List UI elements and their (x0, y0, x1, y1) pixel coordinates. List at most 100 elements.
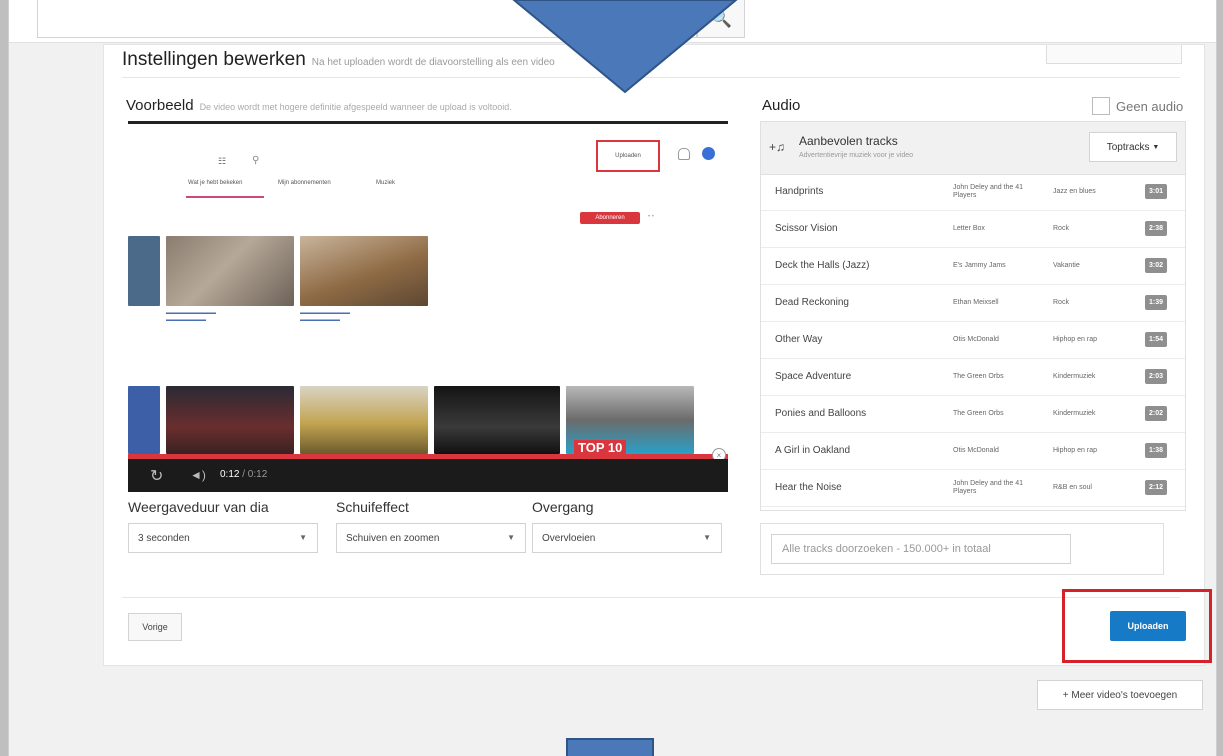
track-duration-badge: 2:03 (1145, 369, 1167, 384)
track-genre: R&B en soul (1053, 484, 1092, 491)
track-list: +♫ Aanbevolen tracks Advertentievrije mu… (760, 121, 1186, 511)
video-caption: ▬▬▬▬▬▬▬▬▬▬ ▬▬▬▬▬▬▬▬ (300, 310, 350, 323)
caret-down-icon: ▼ (1152, 143, 1160, 151)
caret-down-icon: ▼ (507, 533, 515, 542)
down-arrow-annotation (512, 0, 738, 94)
video-thumbnail (434, 386, 560, 454)
video-thumbnail (166, 386, 294, 454)
highlight-box (1062, 589, 1212, 663)
track-row[interactable]: Scissor Vision Letter Box Rock 2:38 (761, 211, 1185, 248)
preview-subscribe-button: Abonneren (580, 212, 640, 224)
transition-select[interactable]: Overvloeien ▼ (532, 523, 722, 553)
volume-icon[interactable]: ◄) (190, 468, 206, 482)
track-genre: Kindermuziek (1053, 410, 1096, 417)
track-row[interactable]: Space Adventure The Green Orbs Kindermuzie… (761, 359, 1185, 396)
toptracks-dropdown[interactable]: Toptracks ▼ (1089, 132, 1177, 162)
track-duration-badge: 1:38 (1145, 443, 1167, 458)
video-thumbnail (128, 236, 160, 306)
track-duration-badge: 1:39 (1145, 295, 1167, 310)
bell-icon (678, 148, 690, 160)
recommended-title: Aanbevolen tracks (799, 134, 898, 148)
track-genre: Rock (1053, 225, 1069, 232)
grid-icon: ☷ (218, 156, 227, 166)
slide-duration-label: Weergaveduur van dia (128, 499, 269, 515)
add-more-videos-button[interactable]: + Meer video's toevoegen (1037, 680, 1203, 710)
track-name: Dead Reckoning (775, 297, 849, 308)
track-duration-badge: 3:02 (1145, 258, 1167, 273)
track-artist: Otis McDonald (953, 336, 999, 343)
preview-upload-button: Uploaden (596, 140, 660, 172)
bottom-annotation-shape (566, 738, 654, 756)
track-genre: Hiphop en rap (1053, 447, 1097, 454)
track-duration-badge: 2:38 (1145, 221, 1167, 236)
slide-effect-select[interactable]: Schuiven en zoomen ▼ (336, 523, 526, 553)
track-artist: The Green Orbs (953, 410, 1004, 417)
replay-icon[interactable]: ↻ (150, 466, 163, 486)
slide-effect-label: Schuifeffect (336, 499, 409, 515)
active-tab-indicator (186, 196, 264, 198)
track-duration-badge: 2:02 (1145, 406, 1167, 421)
track-artist: John Deley and the 41 Players (953, 480, 1024, 495)
video-thumbnail (166, 236, 294, 306)
preview-tab: Mijn abonnementen (278, 180, 331, 186)
track-row[interactable]: Deck the Halls (Jazz) E's Jammy Jams Vakan… (761, 248, 1185, 285)
video-preview[interactable]: ☷ ⚲ Uploaden Wat je hebt bekeken Mijn ab… (128, 121, 728, 492)
track-artist: Letter Box (953, 225, 985, 232)
recommended-tracks-header: +♫ Aanbevolen tracks Advertentievrije mu… (761, 122, 1185, 175)
track-row[interactable]: Other Way Otis McDonald Hiphop en rap 1:54 (761, 322, 1185, 359)
track-genre: Rock (1053, 299, 1069, 306)
track-row[interactable]: Ponies and Balloons The Green Orbs Kinderm… (761, 396, 1185, 433)
track-name: Handprints (775, 186, 824, 197)
page-frame: 🔍 Instellingen bewerken Na het uploaden w… (8, 0, 1217, 756)
video-thumbnail (300, 236, 428, 306)
video-controls: ↻ ◄) 0:12 / 0:12 (128, 459, 728, 492)
track-artist: E's Jammy Jams (953, 262, 1006, 269)
preview-tab: Wat je hebt bekeken (188, 180, 243, 186)
track-artist: The Green Orbs (953, 373, 1004, 380)
track-name: Ponies and Balloons (775, 408, 867, 419)
avatar (702, 147, 715, 160)
track-search-input[interactable]: Alle tracks doorzoeken - 150.000+ in tot… (771, 534, 1071, 564)
video-caption: ▬▬▬▬▬▬▬▬▬▬ ▬▬▬▬▬▬▬▬ (166, 310, 216, 323)
transition-label: Overgang (532, 499, 594, 515)
track-row[interactable]: Hear the Noise John Deley and the 41 Play… (761, 470, 1185, 507)
video-time: 0:12 / 0:12 (220, 469, 268, 480)
track-artist: Otis McDonald (953, 447, 999, 454)
arrow-shape (512, 0, 738, 94)
settings-card: Instellingen bewerken Na het uploaden wor… (103, 44, 1205, 666)
video-thumbnail (128, 386, 160, 454)
track-name: Hear the Noise (775, 482, 842, 493)
track-name: Scissor Vision (775, 223, 838, 234)
track-name: Space Adventure (775, 371, 852, 382)
caret-down-icon: ▼ (299, 533, 307, 542)
track-genre: Jazz en blues (1053, 188, 1096, 195)
track-row[interactable]: A Girl in Oakland Otis McDonald Hiphop en … (761, 433, 1185, 470)
track-row[interactable]: Handprints John Deley and the 41 Players J… (761, 174, 1185, 211)
track-artist: Ethan Meixsell (953, 299, 999, 306)
track-name: A Girl in Oakland (775, 445, 851, 456)
recommended-subtitle: Advertentievrije muziek voor je video (799, 152, 913, 159)
preview-tab: Muziek (376, 180, 396, 186)
track-artist: John Deley and the 41 Players (953, 184, 1024, 199)
search-icon: ⚲ (252, 155, 260, 166)
back-button[interactable]: Vorige (128, 613, 182, 641)
no-audio-label: Geen audio (1116, 98, 1184, 114)
track-name: Other Way (775, 334, 823, 345)
preview-subtitle: De video wordt met hogere definitie afge… (199, 102, 512, 112)
track-duration-badge: 3:01 (1145, 184, 1167, 199)
video-thumbnail (300, 386, 428, 454)
track-duration-badge: 2:12 (1145, 480, 1167, 495)
slide-duration-select[interactable]: 3 seconden ▼ (128, 523, 318, 553)
track-genre: Vakantie (1053, 262, 1080, 269)
track-row[interactable]: Dead Reckoning Ethan Meixsell Rock 1:39 (761, 285, 1185, 322)
track-duration-badge: 1:54 (1145, 332, 1167, 347)
more-icon: • • (648, 214, 654, 220)
track-search-panel: Alle tracks doorzoeken - 150.000+ in tot… (760, 523, 1164, 575)
divider (122, 597, 1180, 598)
track-genre: Hiphop en rap (1053, 336, 1097, 343)
top10-label: TOP 10 (574, 440, 627, 455)
track-genre: Kindermuziek (1053, 373, 1096, 380)
caret-down-icon: ▼ (703, 533, 711, 542)
music-plus-icon: +♫ (769, 140, 786, 154)
track-name: Deck the Halls (Jazz) (775, 260, 870, 271)
